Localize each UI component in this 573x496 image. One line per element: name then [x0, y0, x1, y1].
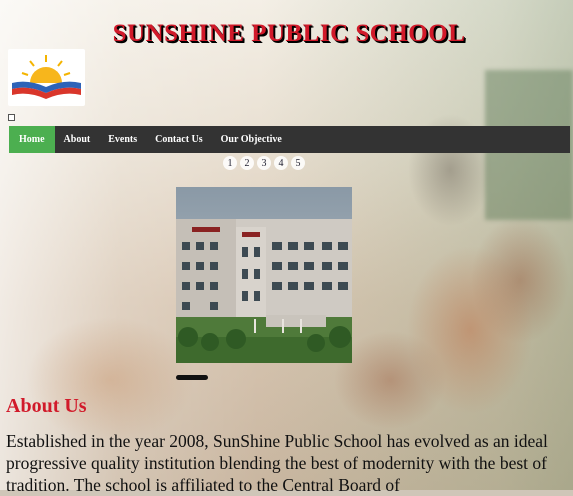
- nav-item-home[interactable]: Home: [9, 126, 55, 153]
- page-title: SUNSHINE PUBLIC SCHOOL: [112, 20, 466, 47]
- menu-toggle-checkbox[interactable]: [8, 114, 15, 121]
- slider-page-5[interactable]: 5: [291, 156, 305, 170]
- nav-item-events[interactable]: Events: [99, 126, 146, 153]
- sun-book-logo-icon: [12, 55, 81, 99]
- slider-page-3[interactable]: 3: [257, 156, 271, 170]
- slider-page-2[interactable]: 2: [240, 156, 254, 170]
- slider-pagination: 1 2 3 4 5: [223, 156, 305, 170]
- slider-page-4[interactable]: 4: [274, 156, 288, 170]
- slider-image-school-building: [176, 187, 352, 363]
- slider-page-1[interactable]: 1: [223, 156, 237, 170]
- slider-progress-bar: [176, 375, 208, 380]
- about-heading: About Us: [6, 395, 87, 417]
- about-paragraph: Established in the year 2008, SunShine P…: [6, 431, 548, 495]
- nav-item-our-objective[interactable]: Our Objective: [212, 126, 291, 153]
- nav-item-about[interactable]: About: [55, 126, 100, 153]
- school-logo: [8, 49, 85, 106]
- nav-item-contact-us[interactable]: Contact Us: [146, 126, 212, 153]
- main-nav: Home About Events Contact Us Our Objecti…: [9, 126, 570, 153]
